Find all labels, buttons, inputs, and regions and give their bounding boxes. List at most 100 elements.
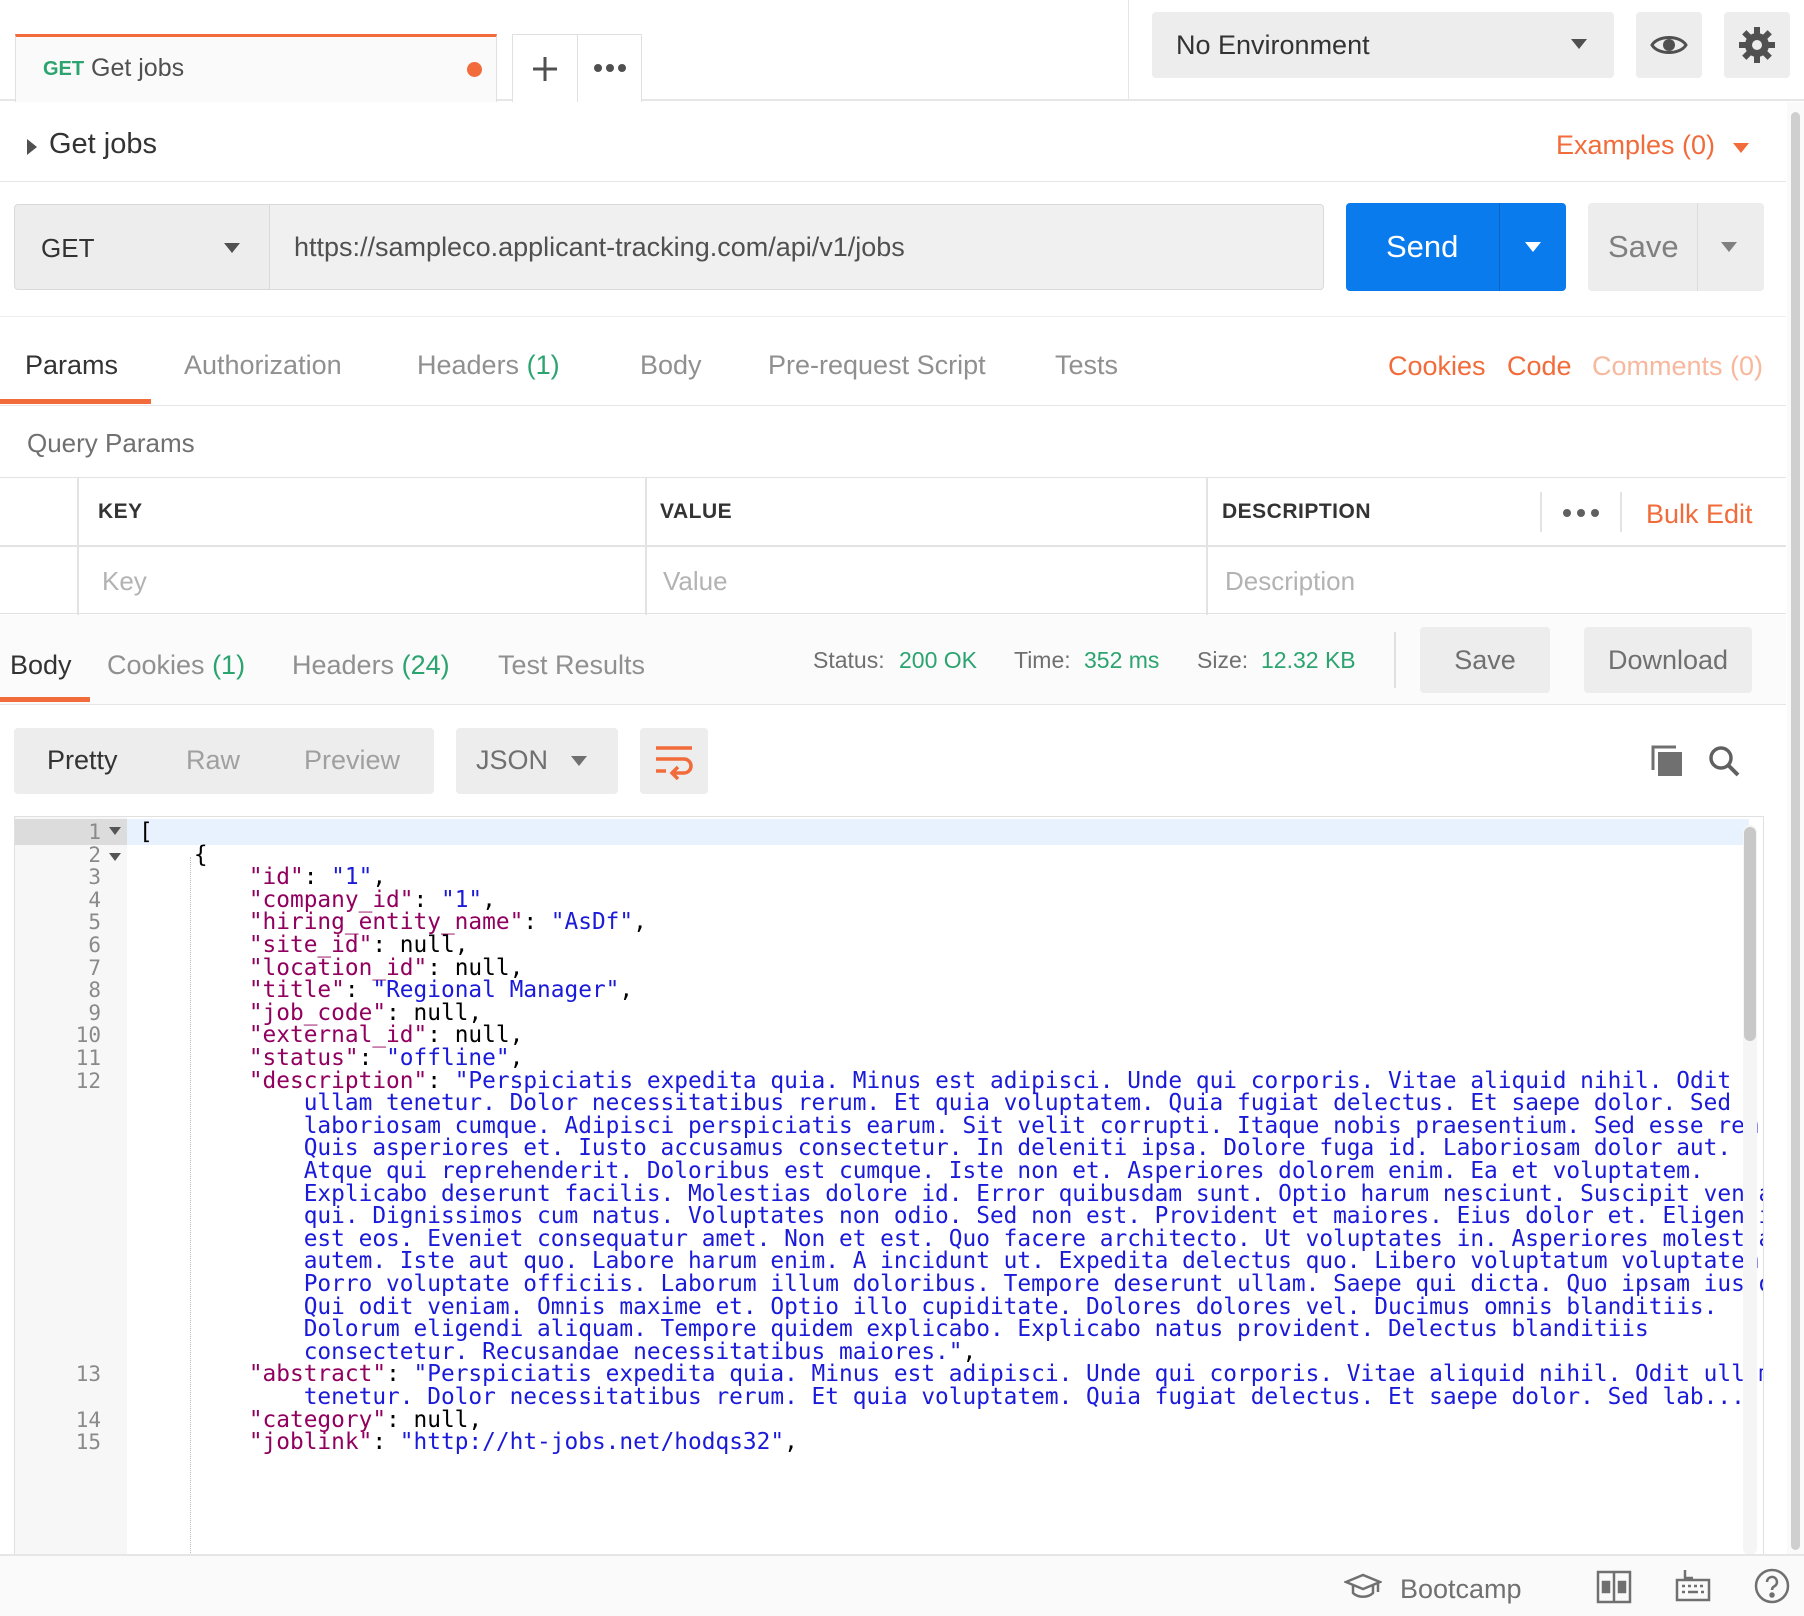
response-tab-cookies[interactable]: Cookies (1) bbox=[107, 650, 245, 681]
tab-title[interactable]: Get jobs bbox=[91, 54, 184, 83]
chevron-down-icon bbox=[1570, 38, 1588, 50]
copy-icon[interactable] bbox=[1650, 744, 1684, 778]
view-preview[interactable]: Preview bbox=[304, 745, 400, 776]
column-header-value: VALUE bbox=[660, 500, 733, 523]
bootcamp-link[interactable]: Bootcamp bbox=[1400, 1574, 1522, 1605]
keyboard-icon[interactable] bbox=[1675, 1568, 1711, 1604]
fold-arrow-icon[interactable] bbox=[109, 827, 121, 835]
plus-icon[interactable] bbox=[531, 55, 559, 83]
environment-quick-look-button[interactable] bbox=[1636, 12, 1702, 78]
ellipsis-icon[interactable] bbox=[1562, 508, 1600, 518]
tab-method-badge: GET bbox=[43, 58, 85, 80]
line-number: 12 bbox=[75, 1068, 101, 1093]
json-value: tenetur. Dolor necessitatibus rerum. Et … bbox=[303, 1384, 1759, 1410]
active-line-highlight bbox=[127, 819, 1749, 845]
query-params-title: Query Params bbox=[27, 428, 195, 458]
send-label: Send bbox=[1386, 229, 1459, 264]
response-tab-cookies-label: Cookies bbox=[107, 650, 205, 680]
window-scrollbar-thumb[interactable] bbox=[1791, 112, 1800, 1550]
response-tab-headers[interactable]: Headers (24) bbox=[292, 650, 450, 681]
json-punctuation: : bbox=[523, 909, 551, 936]
line-number: 13 bbox=[75, 1362, 101, 1387]
size-value: 12.32 KB bbox=[1261, 647, 1356, 673]
wrap-lines-icon bbox=[654, 742, 694, 780]
search-icon[interactable] bbox=[1707, 744, 1741, 778]
code-line: "joblink": "http://ht-jobs.net/hodqs32", bbox=[139, 1429, 798, 1455]
fold-arrow-icon[interactable] bbox=[109, 853, 121, 861]
tab-params[interactable]: Params bbox=[25, 350, 118, 381]
tab-tests[interactable]: Tests bbox=[1055, 350, 1118, 381]
tab-authorization[interactable]: Authorization bbox=[184, 350, 342, 381]
chevron-down-icon[interactable] bbox=[1720, 241, 1738, 253]
cookies-link[interactable]: Cookies bbox=[1388, 351, 1486, 382]
status-value: 200 OK bbox=[899, 647, 977, 673]
tab-headers-label: Headers bbox=[417, 350, 520, 380]
line-number: 10 bbox=[75, 1023, 101, 1048]
line-number: 7 bbox=[88, 955, 101, 980]
ellipsis-icon[interactable] bbox=[593, 63, 627, 73]
response-tab-body[interactable]: Body bbox=[10, 650, 72, 681]
send-button[interactable]: Send bbox=[1346, 203, 1566, 291]
help-icon[interactable] bbox=[1754, 1568, 1790, 1604]
wrap-lines-button[interactable] bbox=[640, 728, 708, 794]
language-label: JSON bbox=[476, 745, 549, 775]
json-key: "joblink" bbox=[248, 1429, 373, 1456]
json-punctuation: , bbox=[633, 909, 647, 936]
chevron-down-icon bbox=[570, 755, 588, 767]
tab-pre-request-script[interactable]: Pre-request Script bbox=[768, 350, 986, 381]
bulk-edit-link[interactable]: Bulk Edit bbox=[1646, 499, 1753, 530]
download-button[interactable]: Download bbox=[1584, 627, 1752, 693]
response-body-editor[interactable]: 1[2 {3 "id": "1", 4 "company_id": "1", 5 "… bbox=[14, 816, 1764, 1556]
view-pretty[interactable]: Pretty bbox=[47, 745, 118, 776]
save-response-button[interactable]: Save bbox=[1420, 627, 1550, 693]
divider bbox=[1394, 632, 1396, 688]
tab-actions bbox=[512, 34, 642, 102]
line-number: 2 bbox=[88, 842, 101, 867]
json-punctuation: , bbox=[784, 1429, 798, 1456]
tab-body[interactable]: Body bbox=[640, 350, 702, 381]
json-value: "http://ht-jobs.net/hodqs32" bbox=[399, 1429, 785, 1456]
line-number: 15 bbox=[75, 1430, 101, 1455]
chevron-down-icon bbox=[223, 242, 241, 254]
line-number: 14 bbox=[75, 1407, 101, 1432]
divider bbox=[1128, 0, 1129, 101]
view-mode-group: Pretty Raw Preview bbox=[14, 728, 434, 794]
query-params-table bbox=[0, 477, 1786, 615]
eye-icon bbox=[1650, 32, 1688, 58]
caret-right-icon[interactable] bbox=[26, 138, 38, 156]
view-raw[interactable]: Raw bbox=[186, 745, 240, 776]
comments-link[interactable]: Comments (0) bbox=[1592, 351, 1763, 382]
tab-headers-count: (1) bbox=[526, 350, 560, 380]
tab-headers[interactable]: Headers (1) bbox=[417, 350, 560, 381]
description-input[interactable]: Description bbox=[1225, 566, 1355, 597]
status-label: Status: bbox=[813, 647, 885, 673]
settings-button[interactable] bbox=[1724, 12, 1790, 78]
json-punctuation: , bbox=[1759, 1384, 1763, 1410]
examples-link[interactable]: Examples (0) bbox=[1556, 130, 1715, 161]
json-value: "AsDf" bbox=[550, 909, 634, 936]
editor-scrollbar-thumb[interactable] bbox=[1744, 827, 1756, 1041]
response-tab-cookies-count: (1) bbox=[212, 650, 246, 680]
request-name[interactable]: Get jobs bbox=[49, 128, 157, 161]
response-tab-test-results[interactable]: Test Results bbox=[498, 650, 645, 681]
json-punctuation: , bbox=[619, 977, 634, 1004]
chevron-down-icon[interactable] bbox=[1524, 241, 1542, 253]
line-number: 5 bbox=[88, 910, 101, 935]
active-tab-indicator bbox=[0, 399, 151, 404]
chevron-down-icon[interactable] bbox=[1732, 142, 1750, 154]
language-select[interactable]: JSON bbox=[456, 728, 618, 794]
save-button[interactable]: Save bbox=[1588, 203, 1764, 291]
url-input[interactable]: https://sampleco.applicant-tracking.com/… bbox=[270, 204, 1324, 290]
key-input[interactable]: Key bbox=[102, 566, 147, 597]
time-label: Time: bbox=[1014, 647, 1071, 673]
environment-label: No Environment bbox=[1176, 30, 1370, 60]
code-link[interactable]: Code bbox=[1507, 351, 1572, 382]
environment-select[interactable]: No Environment bbox=[1152, 12, 1614, 78]
request-tab[interactable] bbox=[15, 34, 497, 102]
graduation-cap-icon[interactable] bbox=[1344, 1572, 1382, 1602]
json-punctuation: : bbox=[372, 1429, 400, 1456]
method-select[interactable]: GET bbox=[14, 204, 270, 290]
time-value: 352 ms bbox=[1084, 647, 1160, 673]
two-pane-icon[interactable] bbox=[1596, 1570, 1632, 1604]
value-input[interactable]: Value bbox=[663, 566, 728, 597]
